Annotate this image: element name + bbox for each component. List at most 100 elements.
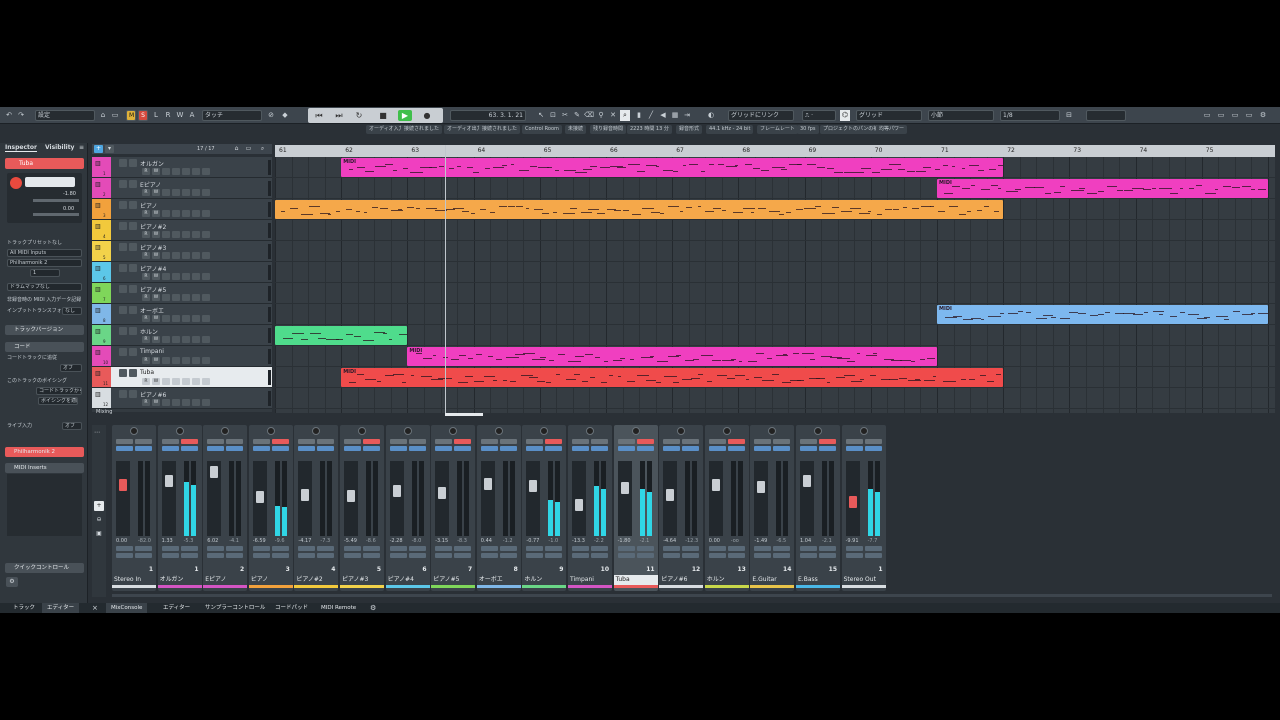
monitor-button[interactable] — [572, 546, 589, 551]
record-button[interactable] — [180, 546, 198, 551]
edit-button[interactable] — [317, 553, 335, 558]
track-button[interactable] — [172, 252, 180, 259]
monitor-button[interactable] — [389, 546, 407, 551]
volume-fader[interactable] — [207, 461, 222, 536]
write-button[interactable] — [682, 446, 700, 451]
solo-button[interactable] — [499, 439, 517, 444]
bypass-button[interactable] — [389, 553, 407, 558]
marker-icon[interactable]: ◆ — [280, 110, 290, 121]
channel-name[interactable]: E.Guitar — [750, 575, 794, 585]
midi-part[interactable] — [275, 326, 408, 345]
track-button[interactable] — [162, 252, 170, 259]
monitor-button[interactable] — [526, 546, 544, 551]
channel-name[interactable]: ピアノ#5 — [431, 575, 475, 585]
solo-button[interactable] — [454, 439, 472, 444]
midi-output-select[interactable]: Philharmonik 2 — [7, 259, 82, 267]
track-solo-button[interactable] — [129, 264, 137, 272]
volume-fader[interactable] — [845, 461, 860, 536]
track-mute-button[interactable] — [119, 222, 127, 230]
input-transformer-select[interactable]: なし — [62, 307, 82, 315]
fader-cap[interactable] — [119, 479, 127, 491]
bypass-button[interactable] — [708, 553, 726, 558]
track-button[interactable] — [202, 252, 210, 259]
play-tool-icon[interactable]: ◀ — [658, 110, 668, 121]
zoom-tool-icon[interactable]: ⌕ — [620, 110, 630, 121]
track-row[interactable]: 7 ▥ ピアノ#5 R W — [92, 283, 272, 304]
track-button[interactable] — [162, 168, 170, 175]
track-mute-button[interactable] — [119, 264, 127, 272]
track-name[interactable]: Tuba — [140, 369, 154, 376]
track-button[interactable] — [192, 168, 200, 175]
fader-cap[interactable] — [255, 491, 264, 503]
edit-button[interactable] — [226, 553, 244, 558]
track-button[interactable]: R — [142, 252, 150, 259]
mute-button[interactable] — [800, 439, 817, 444]
track-row[interactable]: 11 ▥ Tuba R W — [92, 367, 272, 388]
add-track-icon[interactable]: + — [94, 145, 103, 153]
write-button[interactable] — [271, 446, 289, 451]
link-icon[interactable]: ⊘ — [266, 110, 276, 121]
edit-button[interactable] — [135, 553, 152, 558]
volume-value[interactable]: 0.44 — [481, 538, 492, 544]
rewind-start-icon[interactable]: ⏮ — [312, 110, 326, 121]
mixer-menu-icon[interactable]: ⋯ — [94, 429, 100, 436]
volume-fader[interactable] — [617, 461, 632, 536]
track-button[interactable] — [192, 273, 200, 280]
volume-fader[interactable] — [480, 461, 495, 536]
channel-buttons[interactable] — [25, 177, 75, 187]
track-button[interactable] — [202, 210, 210, 217]
pan-knob[interactable] — [130, 427, 138, 435]
track-solo-button[interactable] — [129, 180, 137, 188]
track-button[interactable] — [182, 252, 190, 259]
mute-button[interactable] — [526, 439, 544, 444]
tab-editor[interactable]: エディター — [158, 603, 195, 613]
live-input-select[interactable]: オフ — [62, 422, 82, 430]
mute-button[interactable] — [207, 439, 225, 444]
track-button[interactable] — [162, 231, 170, 238]
track-button[interactable] — [172, 336, 180, 343]
track-button[interactable] — [202, 294, 210, 301]
solo-button[interactable] — [180, 439, 198, 444]
inspector-settings-icon[interactable]: ⚙ — [6, 577, 18, 587]
track-button[interactable] — [192, 378, 200, 385]
track-button[interactable] — [162, 315, 170, 322]
record-button[interactable] — [135, 546, 152, 551]
midi-insert-slots[interactable] — [7, 474, 82, 536]
track-button[interactable]: W — [152, 378, 160, 385]
edit-button[interactable] — [408, 553, 426, 558]
record-button[interactable] — [591, 546, 608, 551]
snap-toggle-icon[interactable]: ⌬ — [840, 110, 850, 121]
track-button[interactable] — [192, 231, 200, 238]
mute-button[interactable] — [298, 439, 316, 444]
track-name[interactable]: オーボエ — [140, 306, 164, 315]
voicing-select[interactable]: コードトラックから — [36, 387, 82, 395]
track-button[interactable] — [162, 273, 170, 280]
track-row[interactable]: 10 ▥ Timpani R W — [92, 346, 272, 367]
track-solo-button[interactable] — [129, 285, 137, 293]
track-button[interactable] — [162, 378, 170, 385]
volume-value[interactable]: -3.15 — [435, 538, 448, 544]
record-button[interactable] — [363, 546, 380, 551]
track-button[interactable]: R — [142, 231, 150, 238]
glue-tool-icon[interactable]: ⚲ — [596, 110, 606, 121]
layout-right-icon[interactable]: ▭ — [1230, 110, 1240, 121]
pan-knob[interactable] — [586, 427, 594, 435]
mute-button[interactable] — [435, 439, 453, 444]
read-button[interactable] — [800, 446, 817, 451]
channel-name[interactable]: ホルン — [705, 575, 749, 585]
track-button[interactable]: R — [142, 399, 150, 406]
tab-editor-left[interactable]: エディター — [42, 603, 80, 613]
track-button[interactable]: W — [152, 399, 160, 406]
track-button[interactable] — [172, 399, 180, 406]
horizontal-scroll-thumb[interactable] — [445, 413, 483, 416]
fader-cap[interactable] — [438, 487, 447, 499]
write-button[interactable]: W — [175, 110, 185, 121]
solo-button[interactable] — [636, 439, 654, 444]
read-button[interactable] — [389, 446, 407, 451]
channel-name[interactable]: ピアノ#3 — [340, 575, 384, 585]
track-button[interactable] — [192, 294, 200, 301]
volume-fader[interactable] — [754, 461, 769, 536]
track-button[interactable]: W — [152, 252, 160, 259]
monitor-button[interactable] — [708, 546, 726, 551]
layout-left-icon[interactable]: ▭ — [1202, 110, 1212, 121]
